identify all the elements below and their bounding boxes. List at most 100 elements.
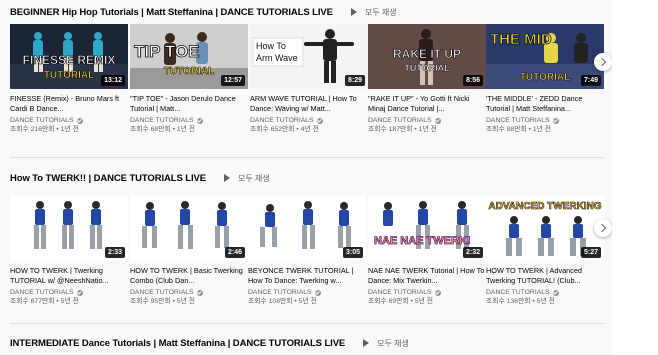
page-margin-right <box>612 0 658 355</box>
video-card[interactable]: THE MID TUTORIAL 7:49 'THE MIDDLE' - ZED… <box>486 24 604 135</box>
upload-age: 1년 전 <box>532 126 552 133</box>
thumbnail-caption: RAKE IT UP <box>393 47 461 61</box>
video-duration: 7:49 <box>580 75 601 86</box>
view-count: 조회수 216만회 <box>10 126 55 133</box>
thumbnail-caption-2: TUTORIAL <box>164 66 214 77</box>
view-count: 조회수 88만회 <box>486 126 527 133</box>
verified-icon <box>76 289 83 296</box>
video-duration: 8:56 <box>462 75 483 86</box>
view-count: 조회수 69만회 <box>368 298 409 305</box>
thumbnail-caption-2: Arm Wave <box>256 53 298 63</box>
next-arrow-button[interactable] <box>594 219 612 237</box>
play-icon <box>223 174 230 182</box>
play-all-button[interactable]: 모두 재생 <box>223 173 270 184</box>
channel-name-row: DANCE TUTORIALS <box>486 116 604 125</box>
video-card[interactable]: 2:46 HOW TO TWERK | Basic Twerking Combo… <box>130 196 248 307</box>
video-thumbnail[interactable]: TIP TOE TUTORIAL 12:57 <box>130 24 248 89</box>
play-icon <box>350 8 357 16</box>
video-thumbnail[interactable]: NAE NAE TWERK! 2:32 <box>368 196 486 261</box>
video-title[interactable]: HOW TO TWERK | Basic Twerking Combo (Clu… <box>130 266 248 285</box>
thumbnail-caption: How To <box>256 41 286 51</box>
video-title[interactable]: HOW TO TWERK | Twerking TUTORIAL w/ @Nee… <box>10 266 128 285</box>
video-duration: 2:32 <box>462 247 483 258</box>
video-card[interactable]: ADVANCED TWERKING 5:27 HOW TO TWERK | Ad… <box>486 196 604 307</box>
video-thumbnail[interactable]: 2:33 <box>10 196 128 261</box>
video-card[interactable]: FINESSE REMIX TUTORIAL 13:12 FINESSE (Re… <box>10 24 128 135</box>
channel-name[interactable]: DANCE TUTORIALS <box>130 116 194 125</box>
video-title[interactable]: HOW TO TWERK | Advanced Twerking TUTORIA… <box>486 266 604 285</box>
play-all-label: 모두 재생 <box>364 7 397 17</box>
video-thumbnail[interactable]: 2:46 <box>130 196 248 261</box>
play-all-button[interactable]: 모두 재생 <box>363 338 409 349</box>
channel-name-row: DANCE TUTORIALS <box>248 288 366 297</box>
shelf-title-link[interactable]: BEGINNER Hip Hop Tutorials | Matt Steffa… <box>10 7 333 18</box>
channel-name[interactable]: DANCE TUTORIALS <box>368 116 432 125</box>
verified-icon <box>196 117 203 124</box>
upload-age: 1년 전 <box>418 126 437 133</box>
channel-name[interactable]: DANCE TUTORIALS <box>248 288 312 297</box>
shelf-title-link[interactable]: How To TWERK!! | DANCE TUTORIALS LIVE <box>10 173 206 184</box>
video-thumbnail[interactable]: THE MID TUTORIAL 7:49 <box>486 24 604 89</box>
upload-age: 5년 전 <box>536 298 555 305</box>
video-card[interactable]: TIP TOE TUTORIAL 12:57 "TIP TOE" - Jason… <box>130 24 248 135</box>
video-meta: 조회수 68만회 • 1년 전 <box>130 126 196 133</box>
shelf-beginner: BEGINNER Hip Hop Tutorials | Matt Steffa… <box>0 2 658 152</box>
video-title[interactable]: BEYONCE TWERK TUTORIAL | How To Dance: T… <box>248 266 366 285</box>
video-card[interactable]: RAKE IT UP TUTORIAL 8:56 "RAKE IT UP" - … <box>368 24 486 135</box>
video-title[interactable]: ARM WAVE TUTORIAL | How To Dance: Waving… <box>250 94 368 113</box>
video-duration: 8:29 <box>344 75 365 86</box>
thumbnail-caption-2: TUTORIAL <box>44 70 94 81</box>
video-thumbnail[interactable]: 3:05 <box>248 196 366 261</box>
video-duration: 2:46 <box>224 247 245 258</box>
view-count: 조회수 652만회 <box>250 126 295 133</box>
view-count: 조회수 136만회 <box>486 298 531 305</box>
video-thumbnail[interactable]: FINESSE REMIX TUTORIAL 13:12 <box>10 24 128 89</box>
thumbnail-caption-2: TUTORIAL <box>404 63 450 73</box>
verified-icon <box>434 117 441 124</box>
verified-icon <box>76 117 83 124</box>
channel-name[interactable]: DANCE TUTORIALS <box>10 288 74 297</box>
play-all-button[interactable]: 모두 재생 <box>350 7 397 18</box>
shelf-header: BEGINNER Hip Hop Tutorials | Matt Steffa… <box>10 2 397 22</box>
channel-name[interactable]: DANCE TUTORIALS <box>486 288 550 297</box>
view-count: 조회수 95만회 <box>130 298 171 305</box>
verified-icon <box>196 289 203 296</box>
thumbnail-caption: FINESSE REMIX <box>23 53 116 67</box>
view-count: 조회수 187만회 <box>368 126 413 133</box>
upload-age: 5년 전 <box>414 298 434 305</box>
upload-age: 4년 전 <box>300 126 319 133</box>
video-title[interactable]: FINESSE (Remix) - Bruno Mars ft Cardi B … <box>10 94 128 113</box>
view-count: 조회수 677만회 <box>10 298 55 305</box>
video-thumbnail[interactable]: RAKE IT UP TUTORIAL 8:56 <box>368 24 486 89</box>
video-title[interactable]: 'THE MIDDLE' - ZEDD Dance Tutorial | Mat… <box>486 94 604 113</box>
video-thumbnail[interactable]: ADVANCED TWERKING 5:27 <box>486 196 604 261</box>
video-thumbnail[interactable]: How To Arm Wave 8:29 <box>250 24 368 89</box>
channel-name[interactable]: DANCE TUTORIALS <box>250 116 314 125</box>
video-title[interactable]: "RAKE IT UP" - Yo Gotti ft Nicki Minaj D… <box>368 94 486 113</box>
video-card[interactable]: NAE NAE TWERK! 2:32 NAE NAE TWERK Tutori… <box>368 196 486 307</box>
channel-name[interactable]: DANCE TUTORIALS <box>10 116 74 125</box>
shelf-intermediate: INTERMEDIATE Dance Tutorials | Matt Stef… <box>0 333 658 355</box>
video-title[interactable]: "TIP TOE" - Jason Derulo Dance Tutorial … <box>130 94 248 113</box>
channel-name[interactable]: DANCE TUTORIALS <box>130 288 194 297</box>
channel-name-row: DANCE TUTORIALS <box>130 288 248 297</box>
video-card[interactable]: 3:05 BEYONCE TWERK TUTORIAL | How To Dan… <box>248 196 366 307</box>
channel-name-row: DANCE TUTORIALS <box>368 288 486 297</box>
upload-age: 5년 전 <box>176 298 196 305</box>
shelf-title-link[interactable]: INTERMEDIATE Dance Tutorials | Matt Stef… <box>10 338 345 349</box>
thumbnail-caption-2: TUTORIAL <box>520 72 570 83</box>
upload-age: 5년 전 <box>60 298 79 305</box>
shelf-divider <box>10 323 604 324</box>
shelf-header: INTERMEDIATE Dance Tutorials | Matt Stef… <box>10 333 409 353</box>
video-card[interactable]: How To Arm Wave 8:29 ARM WAVE TUTORIAL |… <box>250 24 368 135</box>
video-meta: 조회수 677만회 • 5년 전 <box>10 298 79 305</box>
video-title[interactable]: NAE NAE TWERK Tutorial | How To Dance: M… <box>368 266 486 285</box>
video-meta: 조회수 136만회 • 5년 전 <box>486 298 555 305</box>
verified-icon <box>552 117 559 124</box>
shelf-divider <box>10 157 604 158</box>
video-meta: 조회수 108만회 • 5년 전 <box>248 298 317 305</box>
video-card[interactable]: 2:33 HOW TO TWERK | Twerking TUTORIAL w/… <box>10 196 128 307</box>
channel-name[interactable]: DANCE TUTORIALS <box>486 116 550 125</box>
next-arrow-button[interactable] <box>594 53 612 71</box>
channel-name[interactable]: DANCE TUTORIALS <box>368 288 432 297</box>
